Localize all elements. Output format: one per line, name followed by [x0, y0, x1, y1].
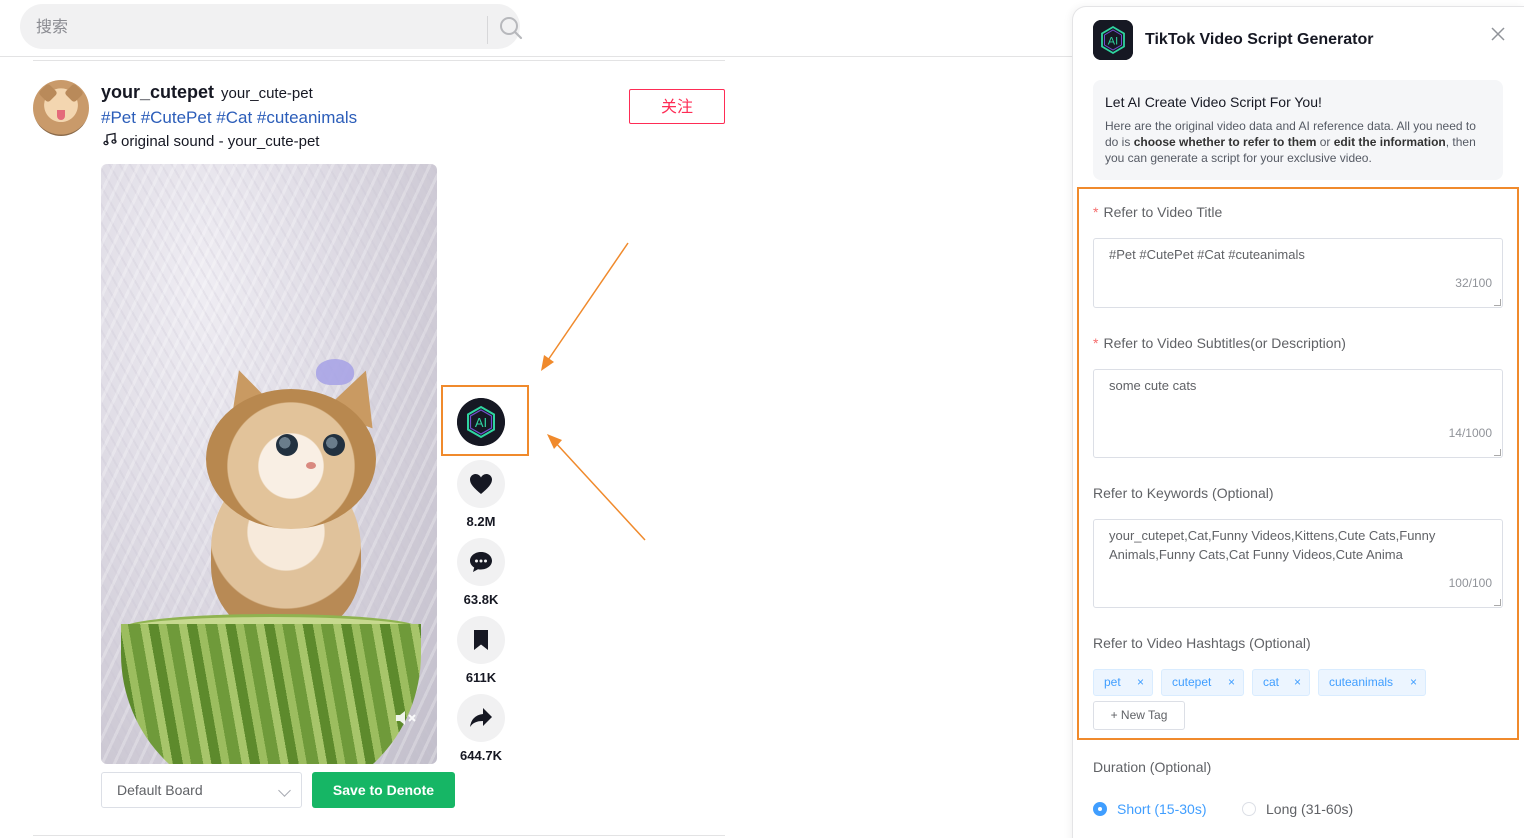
keywords-field-label: Refer to Keywords (Optional)	[1093, 485, 1274, 501]
music-note-icon	[103, 132, 117, 146]
title-field-label: * Refer to Video Title	[1093, 204, 1223, 220]
tag-close-icon[interactable]: ×	[1410, 670, 1417, 695]
comment-count: 63.8K	[463, 592, 499, 607]
comment-icon	[470, 552, 492, 572]
header-divider	[0, 56, 1072, 57]
ai-button-label: AI	[475, 415, 487, 430]
subtitle-field-label: * Refer to Video Subtitles(or Description…	[1093, 335, 1346, 351]
share-button[interactable]	[457, 694, 505, 742]
intro-title: Let AI Create Video Script For You!	[1105, 94, 1322, 110]
search-bar	[20, 4, 523, 49]
subtitle-char-count: 14/1000	[1448, 426, 1492, 440]
subtitle-textarea-value: some cute cats	[1109, 378, 1197, 393]
pointer-arrows	[541, 242, 646, 541]
duration-long-radio[interactable]: Long (31-60s)	[1242, 801, 1353, 817]
heart-icon	[470, 474, 492, 494]
resize-handle[interactable]	[1494, 299, 1501, 306]
duration-short-radio[interactable]: Short (15-30s)	[1093, 801, 1206, 817]
title-textarea-value: #Pet #CutePet #Cat #cuteanimals	[1109, 247, 1305, 262]
chevron-down-icon	[278, 784, 291, 797]
app-logo-icon: AI	[1093, 20, 1133, 60]
keywords-textarea[interactable]: your_cutepet,Cat,Funny Videos,Kittens,Cu…	[1093, 519, 1503, 608]
tag-close-icon[interactable]: ×	[1137, 670, 1144, 695]
radio-checked-icon	[1093, 802, 1107, 816]
share-icon	[470, 708, 492, 727]
mute-icon[interactable]	[393, 707, 419, 729]
close-icon[interactable]	[1488, 24, 1508, 44]
radio-unchecked-icon	[1242, 802, 1256, 816]
post-hashtags[interactable]: #Pet #CutePet #Cat #cuteanimals	[101, 108, 357, 128]
resize-handle[interactable]	[1494, 599, 1501, 606]
ai-script-button[interactable]: AI	[457, 398, 505, 446]
title-char-count: 32/100	[1455, 276, 1492, 290]
search-divider	[487, 16, 488, 44]
post-divider-top	[33, 60, 725, 61]
share-count: 644.7K	[460, 748, 502, 763]
sound-link[interactable]: original sound - your_cute-pet	[103, 132, 319, 150]
bookmark-count: 611K	[465, 670, 497, 685]
sound-label: original sound - your_cute-pet	[121, 133, 320, 150]
panel-title: TikTok Video Script Generator	[1145, 31, 1374, 48]
like-button[interactable]	[457, 460, 505, 508]
resize-handle[interactable]	[1494, 449, 1501, 456]
duration-field-label: Duration (Optional)	[1093, 759, 1212, 775]
comment-button[interactable]	[457, 538, 505, 586]
video-player[interactable]	[101, 164, 437, 764]
tag-close-icon[interactable]: ×	[1228, 670, 1235, 695]
avatar[interactable]	[33, 80, 89, 136]
new-tag-button[interactable]: + New Tag	[1093, 701, 1185, 730]
svg-text:AI: AI	[1108, 36, 1118, 48]
hashtag-tag: cat ×	[1252, 669, 1310, 696]
post-divider-bottom	[33, 835, 725, 836]
hashtag-tag: cuteanimals ×	[1318, 669, 1426, 696]
intro-text: Here are the original video data and AI …	[1105, 119, 1476, 165]
search-input[interactable]	[36, 4, 466, 49]
hashtags-field-label: Refer to Video Hashtags (Optional)	[1093, 635, 1311, 651]
follow-button[interactable]: 关注	[629, 89, 725, 124]
keywords-char-count: 100/100	[1448, 576, 1492, 590]
board-select-value: Default Board	[117, 782, 203, 798]
like-count: 8.2M	[466, 514, 496, 529]
hashtag-tag: pet ×	[1093, 669, 1153, 696]
author-handle: your_cute-pet	[221, 85, 313, 102]
bookmark-icon	[474, 630, 488, 650]
page: your_cutepet your_cute-pet #Pet #CutePet…	[0, 0, 1524, 838]
search-icon[interactable]	[498, 15, 524, 41]
title-textarea[interactable]: #Pet #CutePet #Cat #cuteanimals 32/100	[1093, 238, 1503, 308]
tag-close-icon[interactable]: ×	[1294, 670, 1301, 695]
board-select[interactable]: Default Board	[101, 772, 302, 808]
intro-box: Let AI Create Video Script For You! Here…	[1093, 80, 1503, 180]
author-name[interactable]: your_cutepet your_cute-pet	[101, 82, 313, 103]
save-to-denote-button[interactable]: Save to Denote	[312, 772, 455, 808]
subtitle-textarea[interactable]: some cute cats 14/1000	[1093, 369, 1503, 458]
bookmark-button[interactable]	[457, 616, 505, 664]
keywords-textarea-value: your_cutepet,Cat,Funny Videos,Kittens,Cu…	[1109, 528, 1436, 562]
hashtag-tag: cutepet ×	[1161, 669, 1244, 696]
